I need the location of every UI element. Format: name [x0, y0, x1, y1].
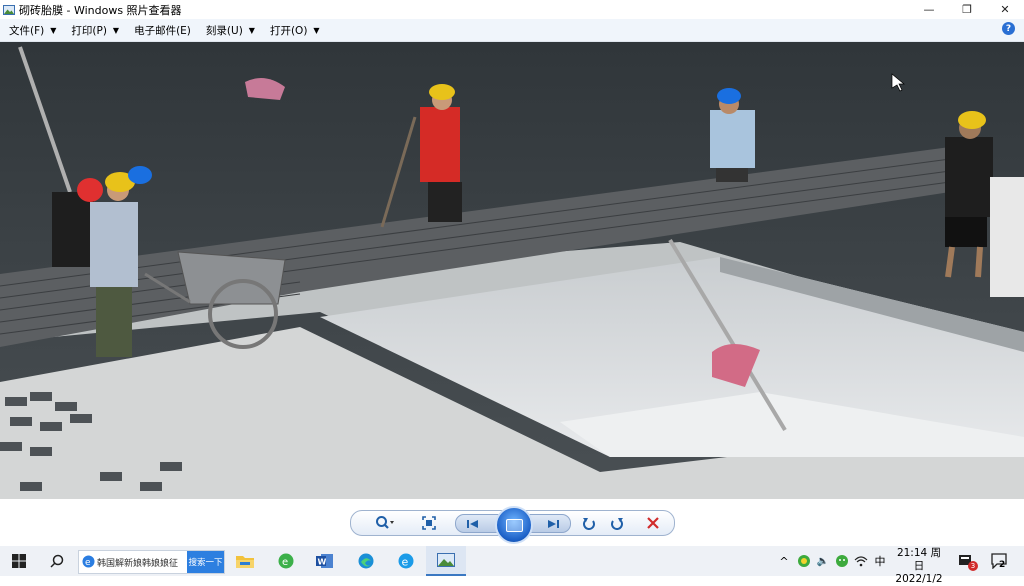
- browser-e-icon: e: [82, 555, 95, 568]
- photo-viewer-taskbar-button[interactable]: [426, 546, 466, 576]
- word-icon[interactable]: W: [316, 552, 334, 570]
- 360-browser-icon[interactable]: e: [277, 552, 295, 570]
- green-tray-icon[interactable]: [795, 552, 813, 570]
- photo-viewer-icon: [437, 553, 455, 567]
- minimize-button[interactable]: —: [910, 0, 948, 19]
- menu-open[interactable]: 打开(O) ▼: [261, 19, 326, 41]
- chevron-down-icon: ▼: [112, 25, 120, 35]
- ie-browser-icon[interactable]: e: [397, 552, 415, 570]
- antivirus-tray-icon[interactable]: 3: [958, 552, 978, 571]
- notification-center-icon[interactable]: 2: [990, 552, 1008, 570]
- taskbar: e 韩国解新娘韩娘娘征 搜索一下 e W e ^ 🔈 中 21:14 周日 20…: [0, 546, 1024, 585]
- svg-text:W: W: [318, 558, 327, 567]
- clock-date: 2022/1/2: [895, 573, 943, 585]
- next-icon[interactable]: [544, 516, 562, 531]
- toolbar-pill: [350, 506, 675, 544]
- close-button[interactable]: ✕: [986, 0, 1024, 19]
- chevron-up-icon[interactable]: ^: [775, 552, 793, 570]
- fit-to-window-icon[interactable]: [419, 514, 439, 532]
- menu-print-label: 打印(P): [71, 24, 107, 37]
- wechat-icon[interactable]: [833, 552, 851, 570]
- zoom-icon[interactable]: [373, 514, 397, 532]
- menu-print[interactable]: 打印(P) ▼: [62, 19, 125, 41]
- search-submit-button[interactable]: 搜索一下: [187, 551, 224, 573]
- photo-canvas[interactable]: [0, 42, 1024, 499]
- slideshow-screen-icon: [505, 518, 523, 532]
- previous-icon[interactable]: [464, 516, 482, 531]
- menu-email[interactable]: 电子邮件(E): [125, 19, 197, 41]
- menu-email-label: 电子邮件(E): [134, 24, 191, 37]
- rotate-ccw-icon[interactable]: [579, 514, 599, 532]
- windows-start-icon[interactable]: [10, 552, 28, 570]
- edge-icon[interactable]: [357, 552, 375, 570]
- clock[interactable]: 21:14 周日 2022/1/2: [893, 547, 945, 586]
- clock-time: 21:14 周日: [896, 547, 942, 572]
- help-icon[interactable]: ?: [1002, 22, 1015, 35]
- volume-icon[interactable]: 🔈: [814, 552, 832, 570]
- photo-viewer-icon: [3, 4, 15, 15]
- delete-icon[interactable]: [643, 514, 663, 532]
- svg-text:e: e: [282, 557, 288, 568]
- ime-indicator[interactable]: 中: [871, 552, 889, 570]
- viewer-toolbar: [0, 499, 1024, 546]
- search-text: 韩国解新娘韩娘娘征: [97, 558, 179, 569]
- chevron-down-icon: ▼: [313, 25, 320, 35]
- search-icon[interactable]: [48, 552, 66, 570]
- rotate-cw-icon[interactable]: [607, 514, 627, 532]
- chevron-down-icon: ▼: [50, 25, 57, 35]
- svg-text:e: e: [85, 558, 91, 568]
- badge-count: 3: [968, 561, 978, 571]
- taskbar-search-box[interactable]: e 韩国解新娘韩娘娘征 搜索一下: [78, 550, 225, 574]
- construction-photo: [0, 42, 1024, 499]
- chevron-down-icon: ▼: [248, 25, 255, 35]
- notification-count: 2: [999, 560, 1006, 570]
- title-bar: 砌砖胎膜 - Windows 照片查看器 — ❐ ✕: [0, 0, 1024, 19]
- menu-open-label: 打开(O): [269, 24, 308, 37]
- menu-burn[interactable]: 刻录(U) ▼: [197, 19, 261, 41]
- menu-file[interactable]: 文件(F) ▼: [0, 19, 62, 41]
- menu-file-label: 文件(F): [9, 24, 45, 37]
- svg-text:e: e: [402, 556, 409, 569]
- network-icon[interactable]: [852, 552, 870, 570]
- menu-bar: 文件(F) ▼ 打印(P) ▼ 电子邮件(E) 刻录(U) ▼ 打开(O) ▼: [0, 19, 1024, 42]
- file-explorer-icon[interactable]: [236, 552, 254, 570]
- restore-button[interactable]: ❐: [948, 0, 986, 19]
- menu-burn-label: 刻录(U): [205, 24, 243, 37]
- slideshow-icon[interactable]: [495, 506, 533, 544]
- window-title: 砌砖胎膜 - Windows 照片查看器: [19, 3, 182, 17]
